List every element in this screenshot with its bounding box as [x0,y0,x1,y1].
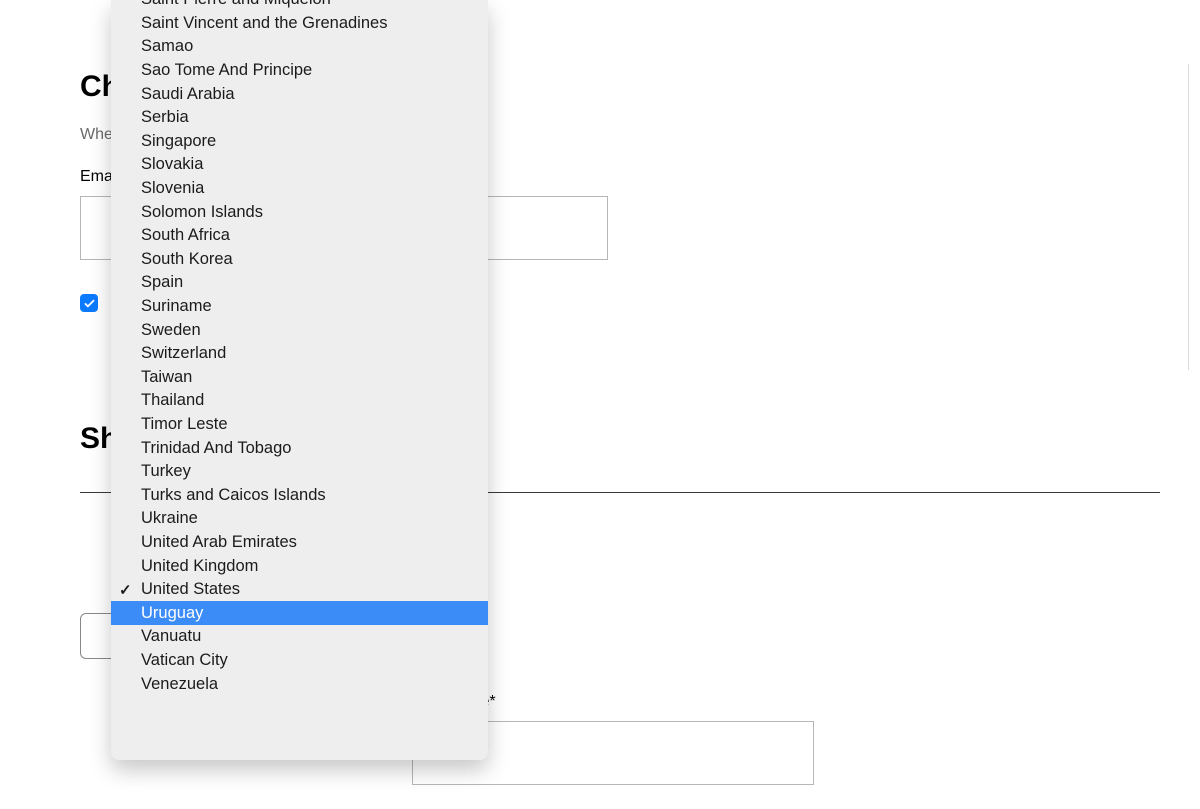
country-option[interactable]: Thailand [111,389,488,413]
country-option[interactable]: Vatican City [111,649,488,673]
check-icon [83,297,96,310]
country-option[interactable]: Ukraine [111,507,488,531]
country-option[interactable]: Sao Tome And Principe [111,59,488,83]
country-option-label: Thailand [141,391,204,410]
country-option-label: Switzerland [141,344,226,363]
country-option-label: Slovenia [141,179,204,198]
country-option[interactable]: Singapore [111,130,488,154]
country-option[interactable]: ✓ United States [111,578,488,602]
country-option-label: Trinidad And Tobago [141,439,291,458]
vertical-divider [1188,64,1189,370]
country-dropdown[interactable]: Saint Pierre and Miquelon Saint Vincent a… [111,0,488,760]
country-option[interactable]: Trinidad And Tobago [111,436,488,460]
country-option-label: Turkey [141,462,191,481]
country-option[interactable]: Turks and Caicos Islands [111,483,488,507]
country-option-label: Uruguay [141,604,203,623]
country-option[interactable]: Taiwan [111,366,488,390]
country-option-label: Solomon Islands [141,203,263,222]
country-option[interactable]: Saint Vincent and the Grenadines [111,12,488,36]
country-option-label: United Arab Emirates [141,533,297,552]
country-option-label: Serbia [141,108,189,127]
country-option-label: Samao [141,37,193,56]
country-option[interactable]: South Korea [111,248,488,272]
country-option-label: Slovakia [141,155,203,174]
check-icon: ✓ [119,581,132,599]
country-option[interactable]: Venezuela [111,672,488,696]
country-option-label: Saint Pierre and Miquelon [141,0,331,9]
country-option-label: Ukraine [141,509,198,528]
country-option-label: Saudi Arabia [141,85,235,104]
country-option-label: South Korea [141,250,233,269]
country-option-label: Taiwan [141,368,192,387]
country-option[interactable]: Slovenia [111,177,488,201]
country-option-label: Vanuatu [141,627,201,646]
country-option[interactable]: United Arab Emirates [111,531,488,555]
country-option[interactable]: Timor Leste [111,413,488,437]
newsletter-checkbox[interactable] [80,294,98,312]
country-option-label: United States [141,580,240,599]
country-option[interactable]: Serbia [111,106,488,130]
country-option[interactable]: Switzerland [111,342,488,366]
country-option-label: Singapore [141,132,216,151]
country-option-label: South Africa [141,226,230,245]
country-option[interactable]: United Kingdom [111,554,488,578]
country-option[interactable]: Suriname [111,295,488,319]
country-option[interactable]: Solomon Islands [111,200,488,224]
country-option-label: Turks and Caicos Islands [141,486,326,505]
country-option[interactable]: Saudi Arabia [111,82,488,106]
country-option[interactable]: Saint Pierre and Miquelon [111,0,488,12]
country-option[interactable]: Vanuatu [111,625,488,649]
country-option-label: Sao Tome And Principe [141,61,312,80]
country-option-label: Suriname [141,297,212,316]
country-option[interactable]: Slovakia [111,153,488,177]
country-option-label: Venezuela [141,675,218,694]
country-option[interactable]: Samao [111,35,488,59]
country-option-label: Sweden [141,321,201,340]
country-option-label: Timor Leste [141,415,228,434]
country-option-label: Vatican City [141,651,228,670]
country-option[interactable]: Sweden [111,318,488,342]
country-option-label: Spain [141,273,183,292]
country-option[interactable]: Turkey [111,460,488,484]
country-option[interactable]: Uruguay [111,601,488,625]
country-option[interactable]: Spain [111,271,488,295]
country-option-label: Saint Vincent and the Grenadines [141,14,387,33]
country-option[interactable]: South Africa [111,224,488,248]
country-option-label: United Kingdom [141,557,258,576]
